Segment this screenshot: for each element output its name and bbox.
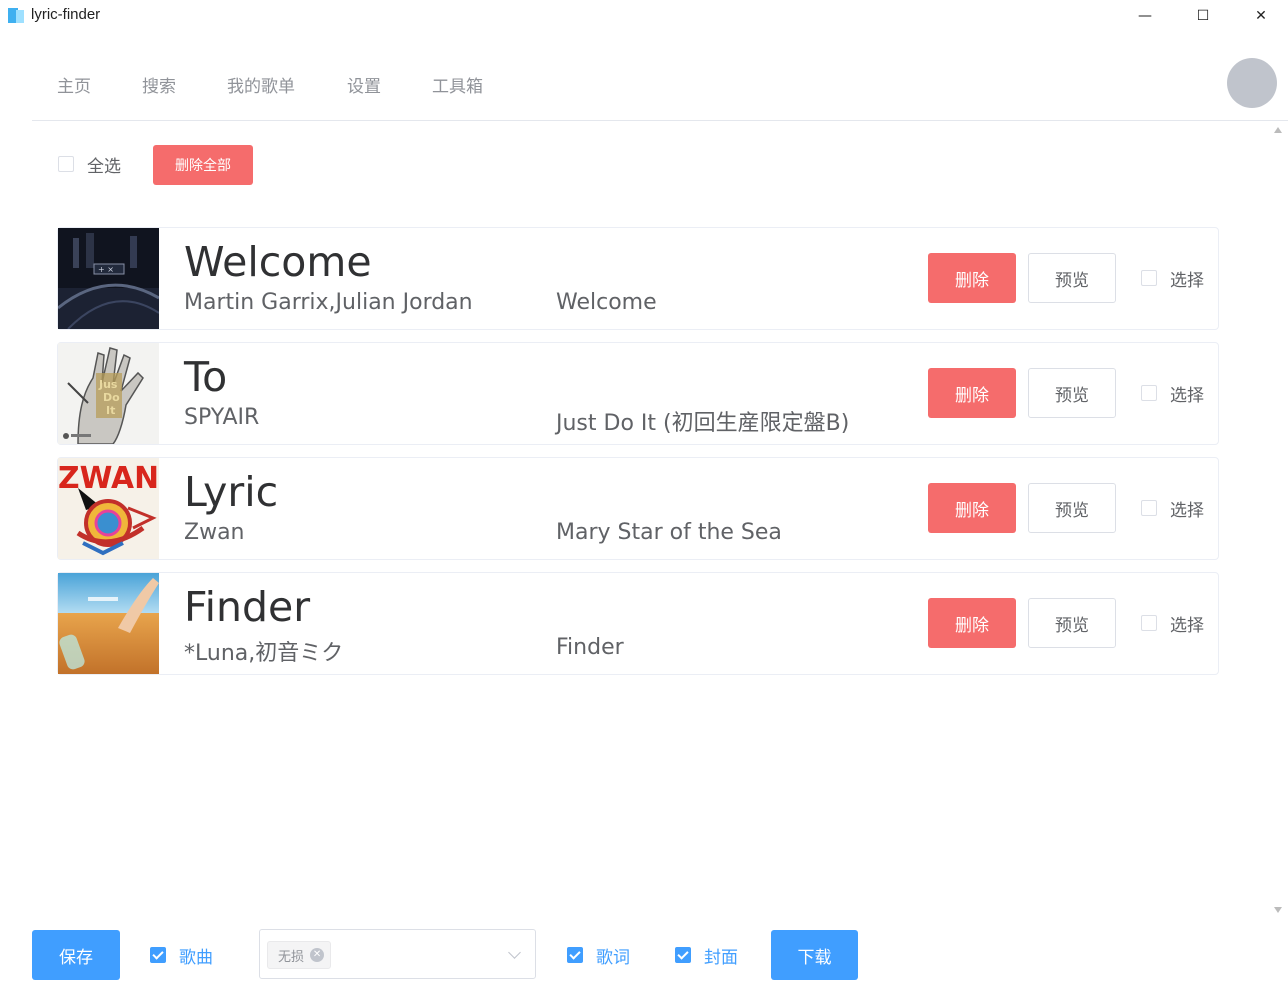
lyric-check-box[interactable]	[567, 947, 583, 963]
scroll-up-arrow-icon[interactable]	[1274, 127, 1282, 133]
song-artist: Martin Garrix,Julian Jordan	[184, 290, 473, 315]
delete-button[interactable]: 删除	[928, 598, 1016, 648]
minimize-button[interactable]: —	[1116, 0, 1174, 32]
svg-text:It: It	[106, 404, 115, 417]
select-checkbox[interactable]: 选择	[1141, 613, 1204, 636]
select-checkbox[interactable]: 选择	[1141, 383, 1204, 406]
top-nav: 主页 搜索 我的歌单 设置 工具箱	[32, 32, 1288, 121]
select-all-checkbox[interactable]: 全选	[58, 152, 121, 177]
select-label: 选择	[1170, 500, 1204, 521]
song-title: Lyric	[184, 468, 279, 516]
delete-all-button[interactable]: 删除全部	[153, 145, 253, 185]
select-box[interactable]	[1141, 270, 1157, 286]
minimize-icon: —	[1138, 8, 1152, 24]
nav-item-search[interactable]: 搜索	[142, 72, 176, 97]
song-album: Just Do It (初回生産限定盤B)	[556, 411, 850, 436]
cover-check-box[interactable]	[675, 947, 691, 963]
song-checkbox-label: 歌曲	[179, 947, 213, 968]
preview-button[interactable]: 预览	[1028, 598, 1116, 648]
song-album: Mary Star of the Sea	[556, 520, 782, 545]
song-title: To	[184, 353, 228, 401]
quality-tag: 无损 ✕	[267, 941, 332, 969]
song-artist: SPYAIR	[184, 405, 260, 430]
select-box[interactable]	[1141, 615, 1157, 631]
window-title: lyric-finder	[31, 6, 101, 23]
nav-item-settings[interactable]: 设置	[347, 72, 381, 97]
lyric-checkbox-label: 歌词	[596, 947, 630, 968]
nav-item-my-playlist[interactable]: 我的歌单	[227, 72, 295, 97]
svg-text:Do: Do	[103, 391, 120, 404]
svg-text:ZWAN: ZWAN	[58, 461, 159, 496]
preview-button[interactable]: 预览	[1028, 483, 1116, 533]
delete-button[interactable]: 删除	[928, 253, 1016, 303]
scroll-down-arrow-icon[interactable]	[1274, 907, 1282, 913]
maximize-icon: ☐	[1196, 8, 1210, 24]
close-icon: ✕	[1255, 8, 1267, 24]
lyric-checkbox[interactable]: 歌词	[567, 945, 630, 968]
song-check-box[interactable]	[150, 947, 166, 963]
quality-select[interactable]: 无损 ✕	[259, 929, 536, 979]
select-box[interactable]	[1141, 385, 1157, 401]
album-cover: + ×	[58, 228, 159, 329]
song-card: Jus Do It To SPYAIR Just Do It (初回生産限定盤B…	[57, 342, 1219, 445]
avatar[interactable]	[1227, 58, 1277, 108]
close-button[interactable]: ✕	[1232, 0, 1288, 32]
song-card: Finder *Luna,初音ミク Finder 删除 预览 选择	[57, 572, 1219, 675]
song-card: ZWAN Lyric Zwan Mary Star of the Sea 删除 …	[57, 457, 1219, 560]
select-all-box[interactable]	[58, 156, 74, 172]
download-button[interactable]: 下载	[771, 930, 858, 980]
scrollbar[interactable]	[1270, 121, 1288, 921]
delete-button[interactable]: 删除	[928, 368, 1016, 418]
song-title: Finder	[184, 583, 311, 631]
song-checkbox[interactable]: 歌曲	[150, 945, 213, 968]
title-bar: lyric-finder — ☐ ✕	[0, 0, 1288, 32]
save-button[interactable]: 保存	[32, 930, 120, 980]
quality-tag-label: 无损	[278, 949, 305, 965]
preview-button[interactable]: 预览	[1028, 253, 1116, 303]
svg-text:Jus: Jus	[98, 378, 118, 391]
select-box[interactable]	[1141, 500, 1157, 516]
svg-text:+ ×: + ×	[98, 265, 114, 274]
song-artist: *Luna,初音ミク	[184, 641, 344, 666]
preview-button[interactable]: 预览	[1028, 368, 1116, 418]
album-cover: ZWAN	[58, 458, 159, 559]
song-artist: Zwan	[184, 520, 245, 545]
maximize-button[interactable]: ☐	[1174, 0, 1232, 32]
song-title: Welcome	[184, 238, 372, 286]
nav-item-toolbox[interactable]: 工具箱	[432, 72, 483, 97]
select-checkbox[interactable]: 选择	[1141, 268, 1204, 291]
select-label: 选择	[1170, 270, 1204, 291]
select-label: 选择	[1170, 385, 1204, 406]
chevron-down-icon[interactable]	[508, 946, 521, 959]
nav-item-home[interactable]: 主页	[57, 72, 91, 97]
select-all-label: 全选	[87, 156, 121, 177]
song-card: + × Welcome Martin Garrix,Julian Jordan …	[57, 227, 1219, 330]
song-album: Welcome	[556, 290, 657, 315]
song-album: Finder	[556, 635, 624, 660]
select-label: 选择	[1170, 615, 1204, 636]
cover-checkbox[interactable]: 封面	[675, 945, 738, 968]
tag-close-icon[interactable]: ✕	[310, 948, 325, 962]
album-cover	[58, 573, 159, 674]
delete-button[interactable]: 删除	[928, 483, 1016, 533]
app-icon	[8, 8, 24, 23]
select-checkbox[interactable]: 选择	[1141, 498, 1204, 521]
album-cover: Jus Do It	[58, 343, 159, 444]
cover-checkbox-label: 封面	[704, 947, 738, 968]
